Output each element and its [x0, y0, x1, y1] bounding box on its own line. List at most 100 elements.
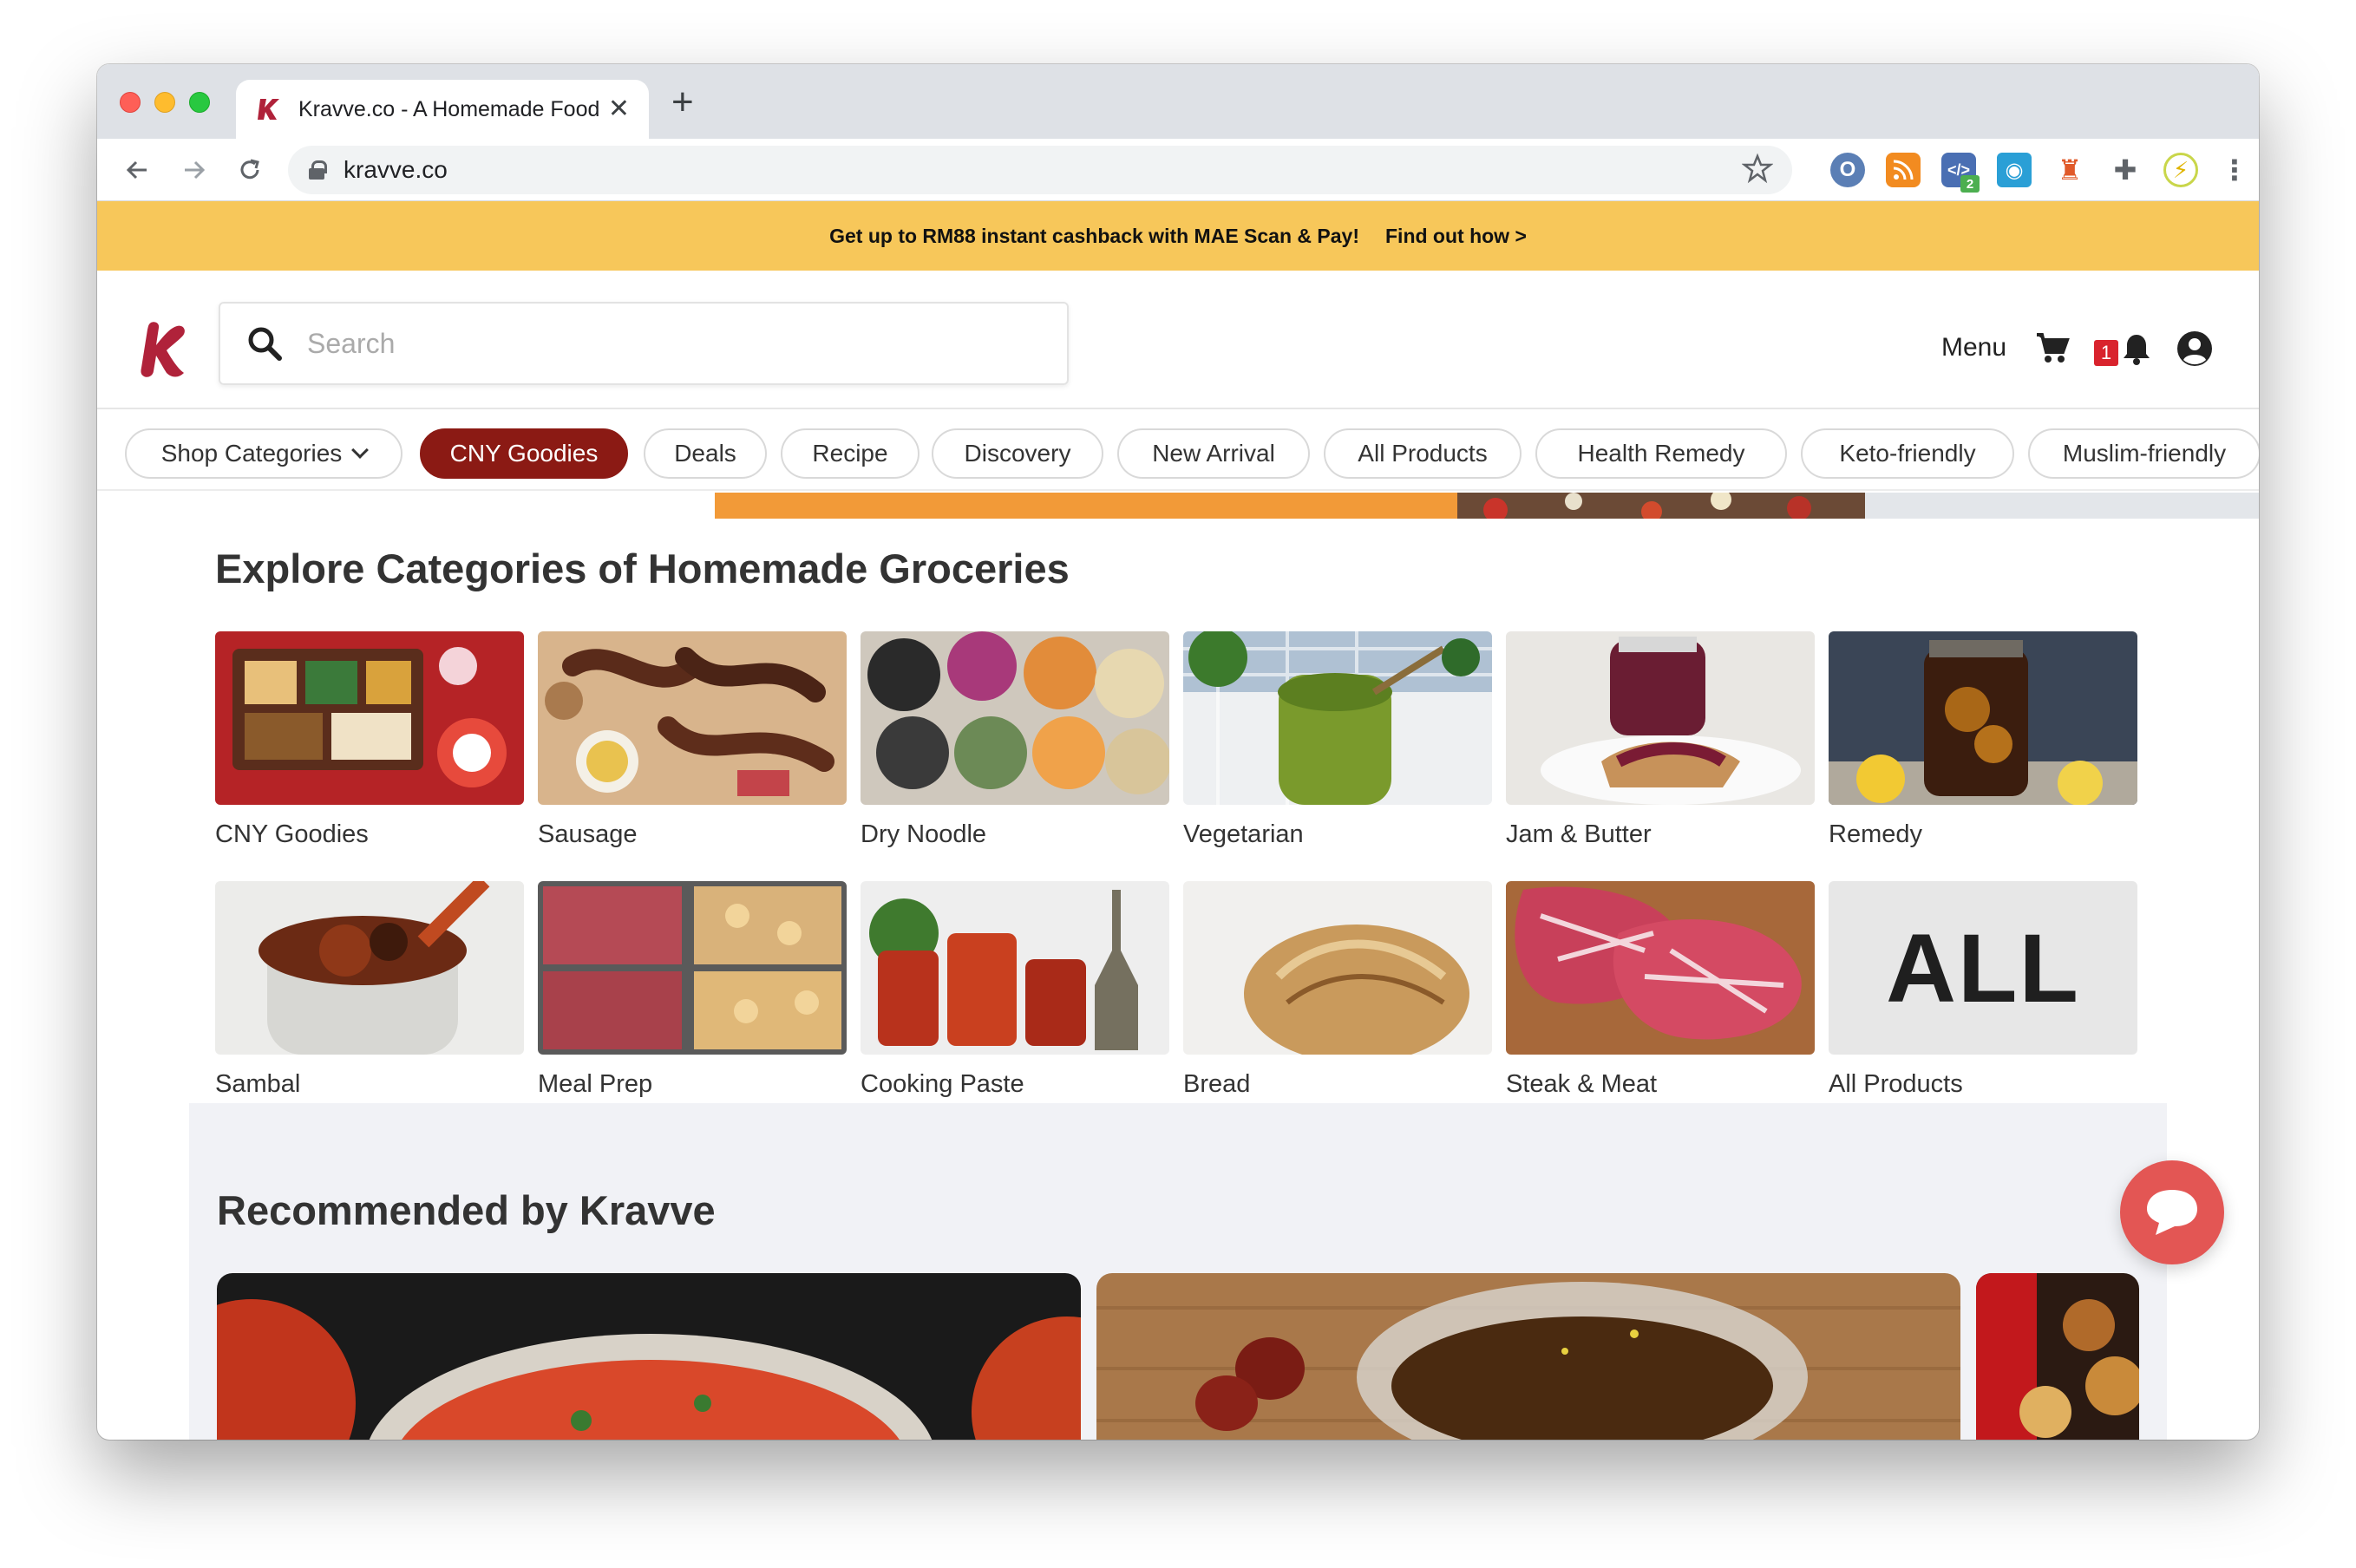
- recommended-section-title: Recommended by Kravve: [217, 1187, 716, 1233]
- pill-deals[interactable]: Deals: [644, 428, 767, 479]
- pill-discovery[interactable]: Discovery: [932, 428, 1103, 479]
- minimize-window-button[interactable]: [154, 92, 175, 113]
- tab-title: Kravve.co - A Homemade Food: [298, 96, 600, 121]
- pill-label: Muslim-friendly: [2062, 440, 2227, 467]
- extension-opera-icon[interactable]: O: [1830, 153, 1865, 187]
- category-card-dry-noodle[interactable]: Dry Noodle: [861, 631, 1169, 849]
- browser-toolbar: kravve.co O </> 2 ◉ ♜ ✚ ⚡ ⋮: [97, 139, 2259, 201]
- extension-globe-icon[interactable]: ◉: [1997, 153, 2032, 187]
- tab-strip: Kravve.co - A Homemade Food ✕ +: [97, 64, 2259, 139]
- maximize-window-button[interactable]: [189, 92, 210, 113]
- pill-cny-goodies[interactable]: CNY Goodies: [420, 428, 628, 479]
- account-user-icon[interactable]: [2176, 330, 2214, 368]
- extension-count-badge: 2: [1960, 175, 1980, 193]
- pill-new-arrival[interactable]: New Arrival: [1117, 428, 1310, 479]
- search-input[interactable]: [307, 327, 1053, 360]
- pill-muslim-friendly[interactable]: Muslim-friendly: [2028, 428, 2259, 479]
- pill-health-remedy[interactable]: Health Remedy: [1535, 428, 1787, 479]
- site-header: Menu 1: [97, 271, 2259, 409]
- category-label: Sausage: [538, 820, 638, 848]
- hero-banner-strip[interactable]: [715, 493, 2259, 519]
- category-label: Bread: [1183, 1070, 1251, 1098]
- forward-button[interactable]: [175, 151, 213, 189]
- pill-label: All Products: [1358, 440, 1488, 467]
- arrow-left-icon: [126, 160, 147, 180]
- pill-recipe[interactable]: Recipe: [781, 428, 919, 479]
- category-card-jam-butter[interactable]: Jam & Butter: [1506, 631, 1815, 849]
- new-tab-button[interactable]: +: [671, 83, 694, 121]
- url-text: kravve.co: [344, 156, 448, 183]
- category-card-all-products[interactable]: ALL All Products: [1829, 881, 2137, 1099]
- notification-count-badge: 1: [2094, 340, 2118, 366]
- rss-feed-icon[interactable]: [1886, 153, 1921, 187]
- kravve-logo[interactable]: [139, 319, 193, 380]
- category-image: [215, 881, 524, 1055]
- pill-label: Deals: [674, 440, 736, 467]
- category-card-steak-meat[interactable]: Steak & Meat: [1506, 881, 1815, 1099]
- bookmark-star-icon[interactable]: [1742, 153, 1773, 184]
- category-image: [1829, 631, 2137, 805]
- browser-menu-kebab-icon[interactable]: ⋮: [2217, 153, 2252, 187]
- reload-icon: [240, 159, 259, 180]
- category-label: Jam & Butter: [1506, 820, 1652, 848]
- category-label: All Products: [1829, 1070, 1963, 1098]
- notification-bell-icon[interactable]: [2122, 331, 2151, 366]
- pill-label: Shop Categories: [160, 440, 343, 467]
- pill-label: New Arrival: [1152, 440, 1275, 467]
- category-label: Dry Noodle: [861, 820, 987, 848]
- pill-label: Recipe: [812, 440, 888, 467]
- category-label: Cooking Paste: [861, 1070, 1024, 1098]
- pill-shop-categories[interactable]: Shop Categories: [125, 428, 402, 479]
- pill-keto-friendly[interactable]: Keto-friendly: [1801, 428, 2014, 479]
- tab-close-icon[interactable]: ✕: [608, 94, 630, 125]
- category-card-sausage[interactable]: Sausage: [538, 631, 847, 849]
- category-card-cny-goodies[interactable]: CNY Goodies: [215, 631, 524, 849]
- back-button[interactable]: [118, 151, 156, 189]
- recommended-card[interactable]: [1976, 1273, 2139, 1440]
- category-image: [538, 881, 847, 1055]
- arrow-right-icon: [185, 160, 206, 180]
- category-label: Vegetarian: [1183, 820, 1304, 848]
- promo-link[interactable]: Find out how >: [1385, 225, 1527, 248]
- category-card-remedy[interactable]: Remedy: [1829, 631, 2137, 849]
- recommended-section: Recommended by Kravve: [189, 1103, 2167, 1440]
- category-image: [1183, 631, 1492, 805]
- pill-label: CNY Goodies: [449, 440, 599, 467]
- rss-glyph-icon: [1893, 160, 1914, 180]
- pill-all-products[interactable]: All Products: [1324, 428, 1522, 479]
- lock-icon: [309, 160, 327, 180]
- category-image: [538, 631, 847, 805]
- category-label: CNY Goodies: [215, 820, 369, 848]
- shopping-cart-icon[interactable]: [2035, 331, 2070, 364]
- category-label: Steak & Meat: [1506, 1070, 1658, 1098]
- all-products-tile: ALL: [1829, 881, 2137, 1055]
- category-card-vegetarian[interactable]: Vegetarian: [1183, 631, 1492, 849]
- address-bar[interactable]: kravve.co: [288, 146, 1792, 194]
- promo-banner: Get up to RM88 instant cashback with MAE…: [97, 201, 2259, 271]
- menu-button[interactable]: Menu: [1941, 333, 2006, 363]
- pill-label: Health Remedy: [1577, 440, 1745, 467]
- category-card-cooking-paste[interactable]: Cooking Paste: [861, 881, 1169, 1099]
- recommended-card[interactable]: [217, 1273, 1081, 1440]
- chat-bubble-icon: [2147, 1190, 2197, 1235]
- category-card-sambal[interactable]: Sambal: [215, 881, 524, 1099]
- browser-window: Kravve.co - A Homemade Food ✕ + kravve.c…: [97, 64, 2259, 1440]
- promo-text: Get up to RM88 instant cashback with MAE…: [829, 224, 1359, 247]
- category-card-meal-prep[interactable]: Meal Prep: [538, 881, 847, 1099]
- recommended-card[interactable]: [1096, 1273, 1960, 1440]
- explore-section-title: Explore Categories of Homemade Groceries: [215, 546, 1070, 591]
- search-box[interactable]: [219, 302, 1069, 385]
- close-window-button[interactable]: [120, 92, 141, 113]
- browser-tab[interactable]: Kravve.co - A Homemade Food ✕: [236, 80, 649, 139]
- extension-lighthouse-icon[interactable]: ♜: [2052, 153, 2087, 187]
- extensions-puzzle-icon[interactable]: ✚: [2108, 153, 2143, 187]
- extension-bolt-icon[interactable]: ⚡: [2163, 153, 2198, 187]
- chat-button[interactable]: [2120, 1160, 2224, 1264]
- category-label: Sambal: [215, 1070, 301, 1098]
- category-image: [1183, 881, 1492, 1055]
- category-image: [861, 631, 1169, 805]
- reload-button[interactable]: [231, 151, 269, 189]
- kravve-favicon-icon: [258, 99, 279, 120]
- category-card-bread[interactable]: Bread: [1183, 881, 1492, 1099]
- category-nav-bar: Shop Categories CNY Goodies Deals Recipe…: [97, 409, 2259, 491]
